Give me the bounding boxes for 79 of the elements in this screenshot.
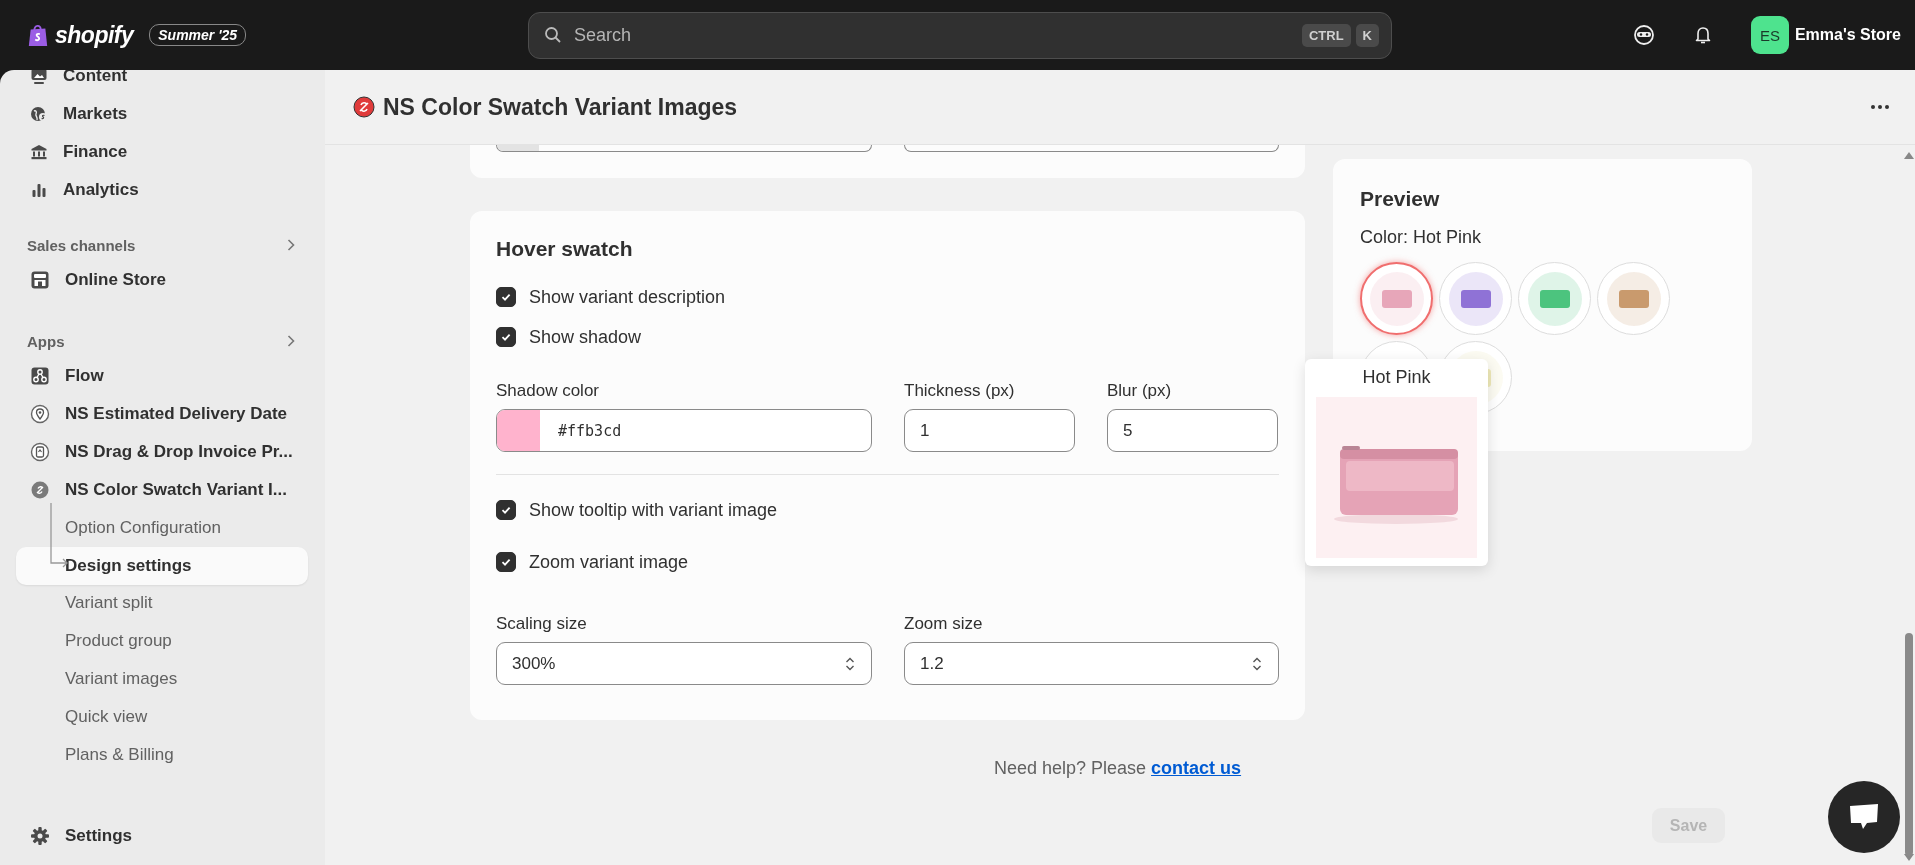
image-icon — [30, 70, 48, 85]
section-heading: Apps — [27, 332, 65, 350]
nav-item[interactable]: NS Color Swatch Variant I... — [16, 471, 308, 509]
checkbox[interactable] — [496, 327, 516, 347]
shortcut-key: K — [1355, 23, 1379, 47]
store-menu[interactable]: ES Emma's Store — [1750, 16, 1901, 54]
help-text: Need help? Please contact us — [992, 758, 1243, 779]
subnav-item[interactable]: Option Configuration — [16, 509, 308, 547]
scroll-down-icon[interactable] — [1904, 854, 1914, 862]
nav-item[interactable]: Finance — [16, 133, 308, 171]
flow-icon — [30, 366, 50, 386]
scroll-up-icon[interactable] — [1904, 151, 1914, 159]
subnav-item[interactable]: Product group — [16, 622, 308, 661]
nav-item[interactable]: NS Estimated Delivery Date — [16, 395, 308, 433]
nav-item[interactable]: Online Store — [16, 261, 308, 299]
chevron-right-icon[interactable] — [286, 334, 296, 348]
checkmark-icon — [500, 504, 512, 516]
field-label: Thickness (px) — [904, 381, 1016, 401]
section-heading: Sales channels — [27, 236, 136, 254]
globe-icon — [30, 105, 48, 123]
document-icon — [30, 442, 50, 462]
search-field[interactable]: Search — [572, 23, 1292, 47]
color-field[interactable]: #ffb3cd — [496, 409, 872, 452]
field-label: Blur (px) — [1107, 381, 1173, 401]
checkbox[interactable] — [496, 500, 516, 520]
checkbox[interactable] — [496, 552, 516, 572]
chevron-right-icon[interactable] — [286, 238, 296, 252]
color-label: Color: Hot Pink — [1360, 227, 1483, 248]
settings-icon — [30, 826, 50, 846]
subnav-item[interactable]: Variant split — [16, 584, 308, 623]
season-badge: Summer '25 — [149, 24, 247, 46]
subnav-item[interactable]: Variant images — [16, 660, 308, 698]
shopping-bag-icon[interactable] — [27, 23, 49, 47]
checkbox[interactable] — [496, 287, 516, 307]
contact-link[interactable]: contact us — [1151, 758, 1242, 778]
field-label: Shadow color — [496, 381, 600, 401]
card-title: Hover swatch — [496, 237, 634, 261]
swatch-app-icon — [30, 480, 50, 500]
checkbox-label: Show tooltip with variant image — [529, 499, 778, 521]
checkbox-label: Zoom variant image — [529, 551, 689, 573]
page-title: NS Color Swatch Variant Images — [383, 93, 738, 121]
checkmark-icon — [500, 556, 512, 568]
nav-item[interactable]: Markets — [16, 95, 308, 133]
field-label: Zoom size — [904, 614, 984, 634]
number-field[interactable]: 5 — [1107, 409, 1278, 452]
search-bar[interactable]: Search CTRL K — [528, 11, 1392, 59]
store-name: Emma's Store — [1794, 26, 1901, 44]
mask-icon[interactable] — [1632, 24, 1655, 46]
color-swatch[interactable] — [497, 410, 540, 451]
number-field[interactable]: 1 — [904, 409, 1075, 452]
field-label: Scaling size — [496, 614, 588, 634]
store-avatar: ES — [1750, 16, 1789, 54]
subnav-item[interactable]: Plans & Billing — [16, 735, 308, 774]
color-swatch[interactable] — [1360, 262, 1433, 335]
tooltip-label: Hot Pink — [1362, 367, 1431, 389]
subnav-item[interactable]: Design settings — [16, 546, 308, 585]
select-field[interactable]: 300% — [496, 642, 872, 685]
nav-item[interactable]: Content — [16, 70, 308, 95]
card-title: Preview — [1360, 187, 1441, 211]
search-icon — [544, 26, 562, 44]
nav-item[interactable]: NS Drag & Drop Invoice Pr... — [16, 433, 308, 471]
nav-item[interactable]: Settings — [16, 817, 308, 855]
more-icon[interactable] — [1870, 104, 1890, 110]
checkbox-label: Show variant description — [529, 286, 726, 308]
app-logo-icon — [353, 96, 375, 118]
checkbox-label: Show shadow — [529, 326, 642, 348]
nav-item[interactable]: Analytics — [16, 171, 308, 209]
nav-item[interactable]: Flow — [16, 357, 308, 395]
storefront-icon — [30, 270, 50, 290]
checkmark-icon — [500, 291, 512, 303]
bank-icon — [30, 143, 48, 161]
brand-name[interactable]: shopify — [55, 21, 134, 49]
select-field[interactable]: 1.2 — [904, 642, 1279, 685]
shortcut-key: CTRL — [1301, 23, 1351, 47]
checkmark-icon — [500, 331, 512, 343]
location-pin-icon — [30, 404, 50, 424]
subnav-item[interactable]: Quick view — [16, 698, 308, 736]
scrollbar-thumb[interactable] — [1905, 633, 1913, 856]
bar-chart-icon — [30, 181, 48, 199]
